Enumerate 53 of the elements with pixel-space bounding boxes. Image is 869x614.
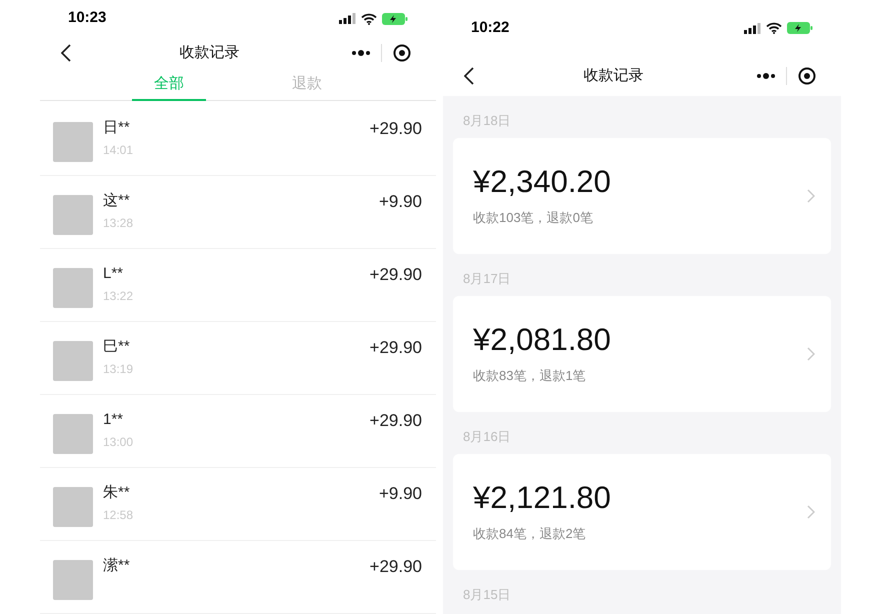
photo-placeholder — [53, 341, 93, 381]
back-chevron-icon — [464, 67, 474, 85]
payer-name: 巳** — [103, 338, 131, 356]
payer-name: 1** — [103, 411, 124, 429]
date-label: 8月17日 — [462, 270, 512, 288]
more-dots-icon — [351, 50, 371, 56]
wifi-icon — [361, 12, 377, 24]
payment-amount: +29.90 — [370, 411, 422, 431]
payment-amount: +9.90 — [378, 484, 422, 504]
signal-icon — [339, 13, 356, 24]
daily-total: ¥2,081.80 — [473, 322, 612, 358]
daily-total: ¥2,121.80 — [473, 480, 612, 516]
back-chevron-icon — [61, 44, 71, 62]
payer-name: 日** — [103, 119, 131, 137]
daily-summary-card[interactable]: ¥2,081.80 收款83笔，退款1笔 — [453, 296, 831, 412]
payment-amount: +9.90 — [378, 192, 422, 212]
daily-summary-card[interactable]: ¥2,340.20 收款103笔，退款0笔 — [453, 138, 831, 254]
wifi-icon — [766, 22, 782, 34]
chevron-right-icon — [807, 189, 815, 203]
photo-placeholder — [53, 414, 93, 454]
signal-icon — [744, 22, 761, 34]
payer-name: 这** — [103, 192, 131, 210]
daily-count: 收款83笔，退款1笔 — [473, 367, 587, 386]
photo-placeholder — [53, 487, 93, 527]
payment-amount: +29.90 — [370, 265, 422, 285]
battery-charging-icon — [382, 12, 408, 24]
battery-charging-icon — [787, 22, 813, 34]
photo-placeholder — [53, 195, 93, 235]
target-circle-icon — [393, 44, 411, 62]
payer-name: L** — [103, 265, 124, 283]
chevron-right-icon — [807, 347, 815, 361]
photo-placeholder — [53, 268, 93, 308]
date-label: 8月16日 — [462, 428, 512, 446]
payment-amount: +29.90 — [370, 338, 422, 358]
payer-name: 朱** — [103, 484, 131, 502]
chevron-right-icon — [807, 505, 815, 519]
date-label: 8月18日 — [462, 112, 512, 130]
status-time: 10:23 — [68, 8, 106, 28]
more-dots-icon — [756, 73, 776, 79]
status-time: 10:22 — [471, 18, 510, 38]
daily-count: 收款103笔，退款0笔 — [473, 209, 594, 228]
photo-placeholder — [53, 560, 93, 600]
payer-name: 潆** — [103, 557, 131, 575]
payment-amount: +29.90 — [370, 119, 422, 139]
date-label: 8月15日 — [462, 586, 512, 604]
target-circle-icon — [798, 67, 816, 85]
payment-amount: +29.90 — [370, 557, 422, 577]
photo-placeholder — [53, 122, 93, 162]
daily-total: ¥2,340.20 — [473, 164, 612, 200]
page-title: 收款记录 — [178, 42, 240, 63]
page-title: 收款记录 — [582, 66, 644, 86]
daily-summary-card[interactable]: ¥2,121.80 收款84笔，退款2笔 — [453, 454, 831, 570]
daily-count: 收款84笔，退款2笔 — [473, 525, 587, 544]
